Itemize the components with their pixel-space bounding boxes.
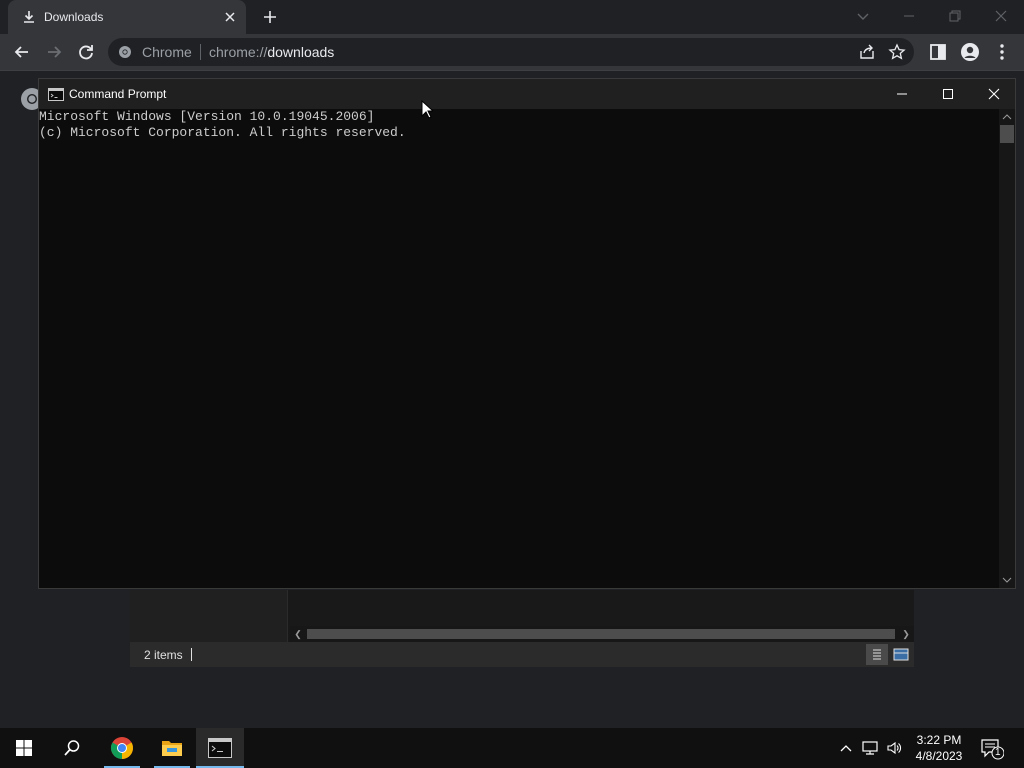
close-icon[interactable] <box>971 79 1017 109</box>
volume-icon[interactable] <box>886 740 902 756</box>
taskbar-chrome[interactable] <box>98 728 146 768</box>
url-scheme: chrome:// <box>209 44 268 60</box>
tiles-view-icon[interactable] <box>890 644 912 665</box>
system-clock[interactable]: 3:22 PM 4/8/2023 <box>908 732 970 764</box>
notification-count: 1 <box>995 747 1001 758</box>
network-icon[interactable] <box>862 740 878 756</box>
profile-icon[interactable] <box>960 42 980 62</box>
clock-date: 4/8/2023 <box>915 749 963 763</box>
search-icon <box>64 740 80 756</box>
scroll-up-icon[interactable] <box>1001 111 1013 123</box>
forward-arrow-icon[interactable] <box>44 42 64 62</box>
chevron-down-icon[interactable] <box>851 6 875 26</box>
address-bar[interactable]: Chrome chrome://downloads <box>108 38 914 66</box>
status-bar: 2 items <box>130 642 914 667</box>
vertical-scrollbar[interactable] <box>999 109 1015 588</box>
scroll-down-icon[interactable] <box>1001 574 1013 586</box>
windows-start-icon <box>16 740 32 756</box>
item-count: 2 items <box>144 648 183 662</box>
horizontal-scrollbar[interactable]: ❮ ❯ <box>290 626 914 642</box>
kebab-menu-icon[interactable] <box>992 42 1012 62</box>
taskbar-file-explorer[interactable] <box>148 728 196 768</box>
start-button[interactable] <box>0 728 48 768</box>
tab-title: Downloads <box>44 10 104 24</box>
file-explorer-icon <box>162 741 182 756</box>
tab-strip: Downloads <box>0 0 1024 34</box>
status-divider <box>191 648 192 661</box>
taskbar: 3:22 PM 4/8/2023 1 <box>0 728 1024 768</box>
restore-icon[interactable] <box>943 6 967 26</box>
url-text: chrome://downloads <box>209 44 334 60</box>
console-line: Microsoft Windows [Version 10.0.19045.20… <box>39 109 375 124</box>
console-output[interactable]: Microsoft Windows [Version 10.0.19045.20… <box>39 109 999 588</box>
scroll-thumb[interactable] <box>307 629 895 639</box>
reload-icon[interactable] <box>76 42 96 62</box>
file-explorer-window: ❮ ❯ 2 items <box>130 590 914 667</box>
mouse-cursor-icon <box>421 100 433 119</box>
chrome-icon <box>111 737 133 759</box>
details-view-icon[interactable] <box>866 644 888 665</box>
cmd-title-bar[interactable]: Command Prompt <box>39 79 1015 109</box>
clock-time: 3:22 PM <box>916 733 962 747</box>
omnibox-divider <box>200 44 201 60</box>
command-prompt-icon <box>48 88 64 101</box>
maximize-icon[interactable] <box>925 79 971 109</box>
command-prompt-window: Command Prompt Microsoft Windows [Versio… <box>38 78 1016 589</box>
plus-icon[interactable] <box>260 7 280 27</box>
minimize-icon[interactable] <box>897 6 921 26</box>
back-arrow-icon[interactable] <box>12 42 32 62</box>
tab-downloads[interactable]: Downloads <box>8 0 246 34</box>
close-icon[interactable] <box>989 6 1013 26</box>
scroll-right-icon[interactable]: ❯ <box>900 628 912 640</box>
minimize-icon[interactable] <box>879 79 925 109</box>
scroll-left-icon[interactable]: ❮ <box>292 628 304 640</box>
console-line: (c) Microsoft Corporation. All rights re… <box>39 125 406 140</box>
navigation-pane[interactable] <box>130 590 288 642</box>
share-icon[interactable] <box>858 43 876 61</box>
side-panel-icon[interactable] <box>928 42 948 62</box>
taskbar-command-prompt[interactable] <box>196 728 244 768</box>
close-icon[interactable] <box>222 9 238 25</box>
scroll-thumb[interactable] <box>1000 125 1014 143</box>
site-name: Chrome <box>142 44 192 60</box>
url-path: downloads <box>267 44 335 60</box>
star-icon[interactable] <box>888 43 906 61</box>
chrome-site-icon <box>119 46 131 58</box>
cmd-title: Command Prompt <box>69 87 167 101</box>
search-button[interactable] <box>48 728 96 768</box>
notification-center-button[interactable]: 1 <box>980 738 1004 760</box>
browser-toolbar: Chrome chrome://downloads <box>0 34 1024 70</box>
download-icon <box>24 11 34 23</box>
chevron-up-icon[interactable] <box>838 740 854 756</box>
command-prompt-icon <box>208 738 232 758</box>
